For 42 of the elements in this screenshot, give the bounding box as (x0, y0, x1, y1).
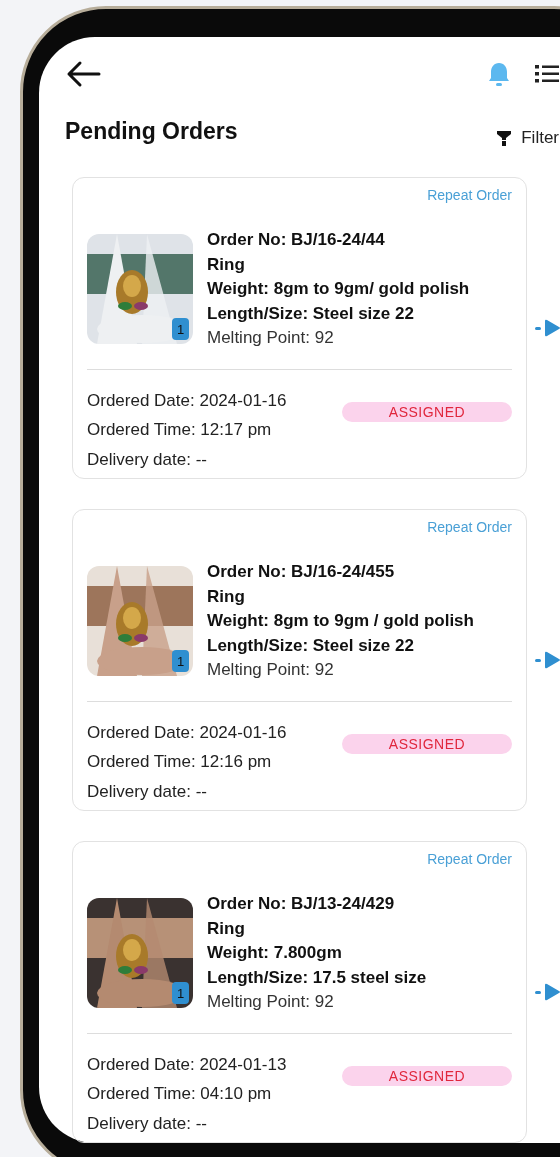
image-count-badge: 1 (172, 650, 189, 672)
size-text: Length/Size: Steel size 22 (207, 302, 415, 325)
order-number: Order No: BJ/16-24/455 (207, 561, 396, 583)
melting-point-text: Melting Point: 92 (207, 659, 335, 681)
size-text: Length/Size: 17.5 steel size (207, 966, 427, 989)
status-badge: ASSIGNED (342, 733, 512, 754)
arrow-right-icon[interactable] (535, 983, 560, 1001)
delivery-date: Delivery date: -- (87, 1112, 208, 1135)
order-card[interactable]: Repeat Order 1 Order No: BJ/16-24/44 Ring Weight: 8gm to 9gm/ gold polish Length/Size: Steel size 22 Melting Point: 92 Ordered Date: 2024-01-16 Ordered Time: 12:17 pm Delivery date: -- ASSIGNED (72, 177, 527, 479)
filter-icon[interactable] (497, 130, 512, 146)
delivery-date: Delivery date: -- (87, 780, 208, 803)
image-count-badge: 1 (172, 318, 189, 340)
item-type: Ring (207, 917, 246, 940)
filter-button[interactable]: Filter (521, 128, 559, 148)
order-number: Order No: BJ/16-24/44 (207, 229, 386, 251)
order-card[interactable]: Repeat Order 1 Order No: BJ/13-24/429 Ring Weight: 7.800gm Length/Size: 17.5 steel size Melting Point: 92 Ordered Date: 2024-01-13 Ordered Time: 04:10 pm Delivery date: -- ASSIGNED (72, 841, 527, 1143)
item-type: Ring (207, 585, 246, 608)
delivery-date: Delivery date: -- (87, 448, 208, 471)
image-count-badge: 1 (172, 982, 189, 1004)
weight-text: Weight: 7.800gm (207, 942, 343, 964)
status-badge: ASSIGNED (342, 401, 512, 422)
weight-text: Weight: 8gm to 9gm / gold polish (207, 610, 474, 632)
arrow-right-icon[interactable] (535, 651, 560, 669)
order-card[interactable]: Repeat Order 1 Order No: BJ/16-24/455 Ring Weight: 8gm to 9gm / gold polish Length/Size: Steel size 22 Melting Point: 92 Ordered Date: 2024-01-16 Ordered Time: 12:16 pm Delivery date: -- ASSIGNED (72, 509, 527, 811)
ordered-date: Ordered Date: 2024-01-16 (87, 389, 288, 412)
status-badge: ASSIGNED (342, 1065, 512, 1086)
ordered-time: Ordered Time: 12:16 pm (87, 751, 273, 773)
back-arrow-icon[interactable] (65, 60, 101, 88)
order-number: Order No: BJ/13-24/429 (207, 893, 396, 915)
ordered-date: Ordered Date: 2024-01-13 (87, 1053, 288, 1076)
ordered-time: Ordered Time: 04:10 pm (87, 1083, 273, 1105)
weight-text: Weight: 8gm to 9gm/ gold polish (207, 278, 470, 300)
ordered-time: Ordered Time: 12:17 pm (87, 419, 273, 441)
ordered-date: Ordered Date: 2024-01-16 (87, 721, 288, 744)
item-type: Ring (207, 253, 246, 276)
page-title: Pending Orders (65, 117, 238, 145)
bell-icon[interactable] (489, 62, 509, 86)
melting-point-text: Melting Point: 92 (207, 991, 335, 1013)
melting-point-text: Melting Point: 92 (207, 327, 335, 349)
size-text: Length/Size: Steel size 22 (207, 634, 415, 657)
menu-icon[interactable] (535, 64, 559, 84)
arrow-right-icon[interactable] (535, 319, 560, 337)
